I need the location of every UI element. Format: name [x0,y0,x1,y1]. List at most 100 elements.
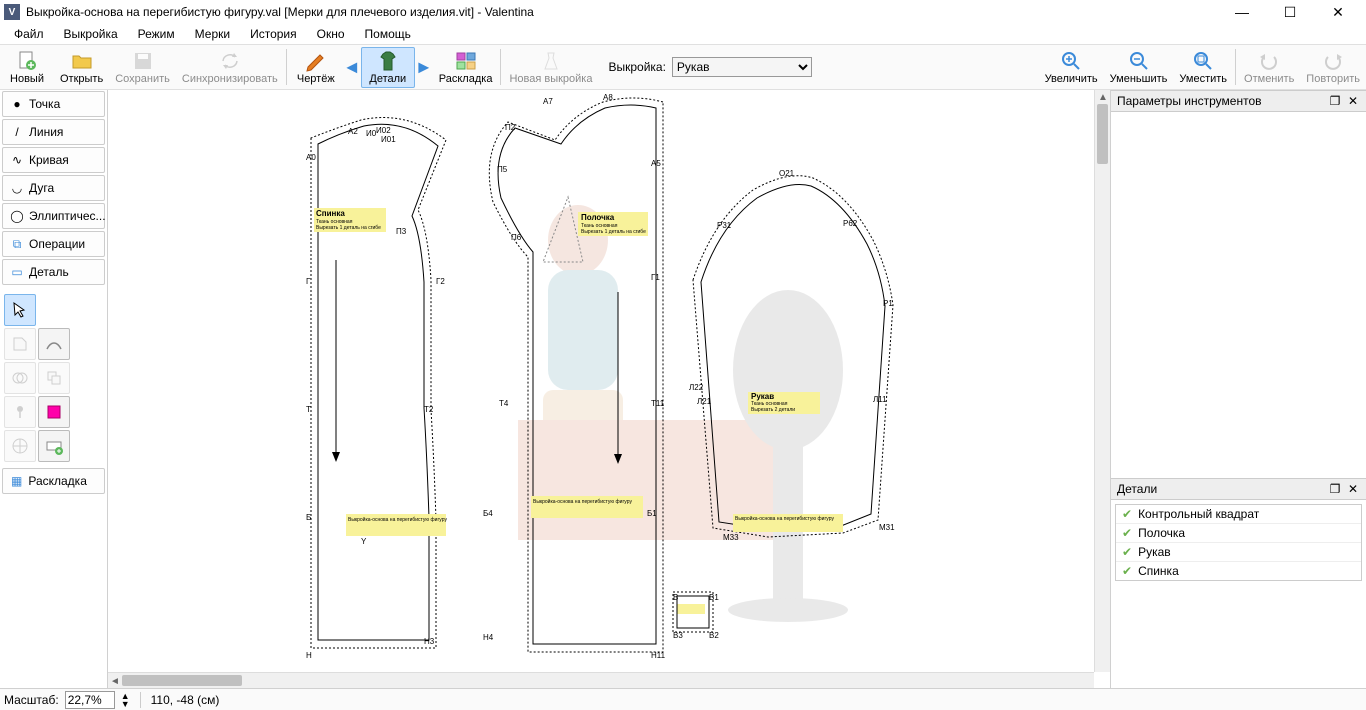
tool-cat-elliptic[interactable]: ◯Эллиптичес... [2,203,105,229]
line-icon: / [11,126,23,138]
panel-float-icon[interactable]: ❐ [1328,94,1342,108]
menu-mode[interactable]: Режим [128,25,185,43]
new-pattern-button[interactable]: Новая выкройка [503,45,598,89]
undo-button[interactable]: Отменить [1238,45,1300,89]
svg-text:Б1: Б1 [647,509,657,518]
dress-icon [540,50,562,72]
svg-text:А7: А7 [543,97,553,106]
pencil-icon [305,50,327,72]
svg-text:Т4: Т4 [499,399,509,408]
menu-file[interactable]: Файл [4,25,54,43]
panel-close-icon[interactable]: ✕ [1346,482,1360,496]
save-button[interactable]: Сохранить [109,45,176,89]
zoom-in-icon [1060,50,1082,72]
tool-cat-point[interactable]: ●Точка [2,91,105,117]
svg-text:Л21: Л21 [697,397,712,406]
svg-text:А2: А2 [348,127,358,136]
tool-cat-operations[interactable]: ⧉Операции [2,231,105,257]
list-item[interactable]: ✔Спинка [1116,562,1361,580]
list-item[interactable]: ✔Рукав [1116,543,1361,562]
piece-square: В В1 В3 В2 [671,590,731,640]
curve-icon: ∿ [11,154,23,166]
mode-layout-button[interactable]: Раскладка [433,48,499,87]
tool-piece-path[interactable] [38,328,70,360]
zoom-in-button[interactable]: Увеличить [1039,45,1104,89]
arc-icon: ◡ [11,182,23,194]
zoom-fit-button[interactable]: Уместить [1173,45,1233,89]
layout-icon [455,50,477,72]
redo-button[interactable]: Повторить [1300,45,1366,89]
list-item[interactable]: ✔Полочка [1116,524,1361,543]
svg-text:М33: М33 [723,533,739,542]
tool-insert-node[interactable] [38,396,70,428]
horizontal-scrollbar[interactable]: ◄ [108,672,1094,688]
tool-cat-arc[interactable]: ◡Дуга [2,175,105,201]
svg-text:Полочка: Полочка [581,213,615,222]
close-button[interactable]: ✕ [1314,0,1362,24]
svg-text:Р62: Р62 [843,219,858,228]
svg-text:Спинка: Спинка [316,209,345,218]
menu-window[interactable]: Окно [307,25,355,43]
menu-pattern[interactable]: Выкройка [54,25,128,43]
svg-text:Б: Б [306,513,311,522]
vertical-scrollbar[interactable]: ▲ [1094,90,1110,672]
svg-text:Выкройка-основа на перегибисту: Выкройка-основа на перегибистую фигуру [348,516,447,523]
svg-text:Вырезать 1 деталь на сгибе: Вырезать 1 деталь на сгибе [581,229,646,235]
tool-grid [0,290,107,466]
panel-details: Детали ❐✕ ✔Контрольный квадрат ✔Полочка … [1111,478,1366,688]
panel-tool-params: Параметры инструментов ❐ ✕ [1111,90,1366,478]
svg-text:П2: П2 [505,123,516,132]
tool-pin[interactable] [4,396,36,428]
piece-front: Полочка Ткань основная Вырезать 1 деталь… [473,92,673,672]
svg-text:Л11: Л11 [873,395,887,404]
save-icon [132,50,154,72]
file-new-icon [16,50,38,72]
tool-pointer[interactable] [4,294,36,326]
piece-sleeve: Рукав Ткань основная Вырезать 2 детали В… [683,170,903,550]
new-button[interactable]: Новый [0,45,54,89]
menu-measurements[interactable]: Мерки [185,25,240,43]
sync-button[interactable]: Синхронизировать [176,45,284,89]
layout-small-icon: ▦ [11,474,22,488]
maximize-button[interactable]: ☐ [1266,0,1314,24]
svg-text:Н4: Н4 [483,633,494,642]
svg-text:А8: А8 [603,93,613,102]
svg-text:М31: М31 [879,523,895,532]
open-button[interactable]: Открыть [54,45,109,89]
scale-label: Масштаб: [4,693,59,707]
canvas[interactable]: Спинка Ткань основная Вырезать 1 деталь … [108,90,1110,688]
mode-draw-button[interactable]: Чертёж [289,48,343,87]
tool-cat-line[interactable]: /Линия [2,119,105,145]
pattern-label: Выкройка: [608,60,665,74]
pattern-dropdown[interactable]: Рукав [672,57,812,77]
scale-input[interactable] [65,691,115,709]
undo-icon [1258,50,1280,72]
tool-true-darts[interactable] [4,430,36,462]
svg-text:Вырезать 1 деталь на сгибе: Вырезать 1 деталь на сгибе [316,225,381,231]
tool-cat-curve[interactable]: ∿Кривая [2,147,105,173]
redo-icon [1322,50,1344,72]
menu-history[interactable]: История [240,25,307,43]
spinner-icon[interactable]: ▲▼ [121,692,130,708]
list-item[interactable]: ✔Контрольный квадрат [1116,505,1361,524]
panel-float-icon[interactable]: ❐ [1328,482,1342,496]
svg-text:Г1: Г1 [651,273,660,282]
app-icon: V [4,4,20,20]
layout-button[interactable]: ▦ Раскладка [2,468,105,494]
operations-icon: ⧉ [11,238,23,250]
arrow-left-icon: ◄ [343,57,361,78]
panel-close-icon[interactable]: ✕ [1346,94,1360,108]
mode-details-button[interactable]: Детали [361,47,415,88]
pattern-selector: Выкройка: Рукав [598,45,821,89]
ellipse-icon: ◯ [11,210,23,222]
tool-duplicate[interactable] [38,362,70,394]
shirt-icon [377,50,399,72]
panel-title-params: Параметры инструментов [1117,94,1328,108]
menu-help[interactable]: Помощь [355,25,421,43]
tool-cat-detail[interactable]: ▭Деталь [2,259,105,285]
tool-union[interactable] [4,362,36,394]
zoom-out-button[interactable]: Уменьшить [1104,45,1174,89]
tool-piece[interactable] [4,328,36,360]
tool-place-label[interactable] [38,430,70,462]
minimize-button[interactable]: — [1218,0,1266,24]
